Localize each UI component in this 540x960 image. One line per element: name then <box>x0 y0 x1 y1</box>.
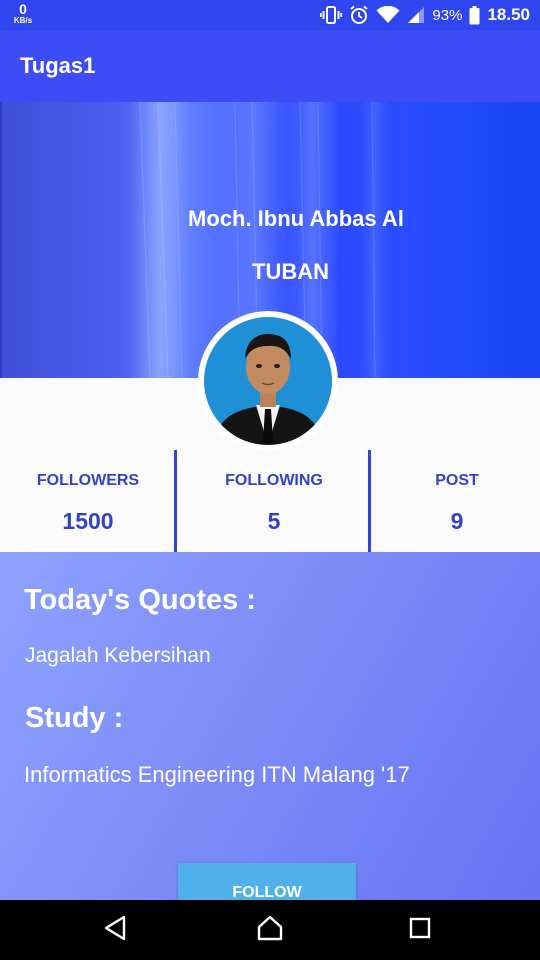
stat-divider <box>174 450 177 552</box>
signal-icon <box>407 6 425 24</box>
stat-following[interactable]: FOLLOWING 5 <box>178 450 370 552</box>
stat-label: POST <box>435 472 479 489</box>
stat-followers[interactable]: FOLLOWERS 1500 <box>0 450 176 552</box>
network-speed: 0 KB/s <box>8 2 38 25</box>
network-speed-unit: KB/s <box>13 16 33 25</box>
alarm-icon <box>349 5 369 25</box>
stat-value: 9 <box>450 508 464 534</box>
status-time: 18.50 <box>487 5 530 24</box>
navigation-bar <box>0 900 540 960</box>
app-bar: Tugas1 <box>0 30 540 102</box>
study-text: Informatics Engineering ITN Malang '17 <box>24 762 410 787</box>
home-button[interactable] <box>230 900 310 960</box>
profile-details: Today's Quotes : Jagalah Kebersihan Stud… <box>0 552 540 913</box>
back-icon <box>103 915 127 946</box>
stat-value: 5 <box>267 508 281 534</box>
quotes-text: Jagalah Kebersihan <box>25 644 211 667</box>
status-bar: 0 KB/s 93% 18.50 <box>0 0 540 30</box>
stat-post[interactable]: POST 9 <box>372 450 540 552</box>
study-heading: Study : <box>25 702 124 734</box>
back-button[interactable] <box>75 900 155 960</box>
stat-label: FOLLOWING <box>225 472 323 489</box>
wifi-icon <box>376 6 400 24</box>
recents-icon <box>409 917 431 944</box>
vibrate-icon <box>320 6 343 24</box>
network-speed-value: 0 <box>19 1 27 17</box>
recents-button[interactable] <box>380 900 460 960</box>
home-icon <box>256 915 284 946</box>
stat-value: 1500 <box>62 508 114 534</box>
battery-icon <box>469 5 480 25</box>
stat-label: FOLLOWERS <box>36 472 140 489</box>
app-title: Tugas1 <box>20 53 96 78</box>
avatar-photo <box>204 317 332 445</box>
battery-percent: 93% <box>432 6 463 24</box>
profile-city: TUBAN <box>252 259 329 284</box>
quotes-heading: Today's Quotes : <box>24 584 256 616</box>
avatar[interactable] <box>198 311 338 451</box>
stat-divider <box>368 450 371 552</box>
profile-name: Moch. Ibnu Abbas Al <box>188 206 404 231</box>
